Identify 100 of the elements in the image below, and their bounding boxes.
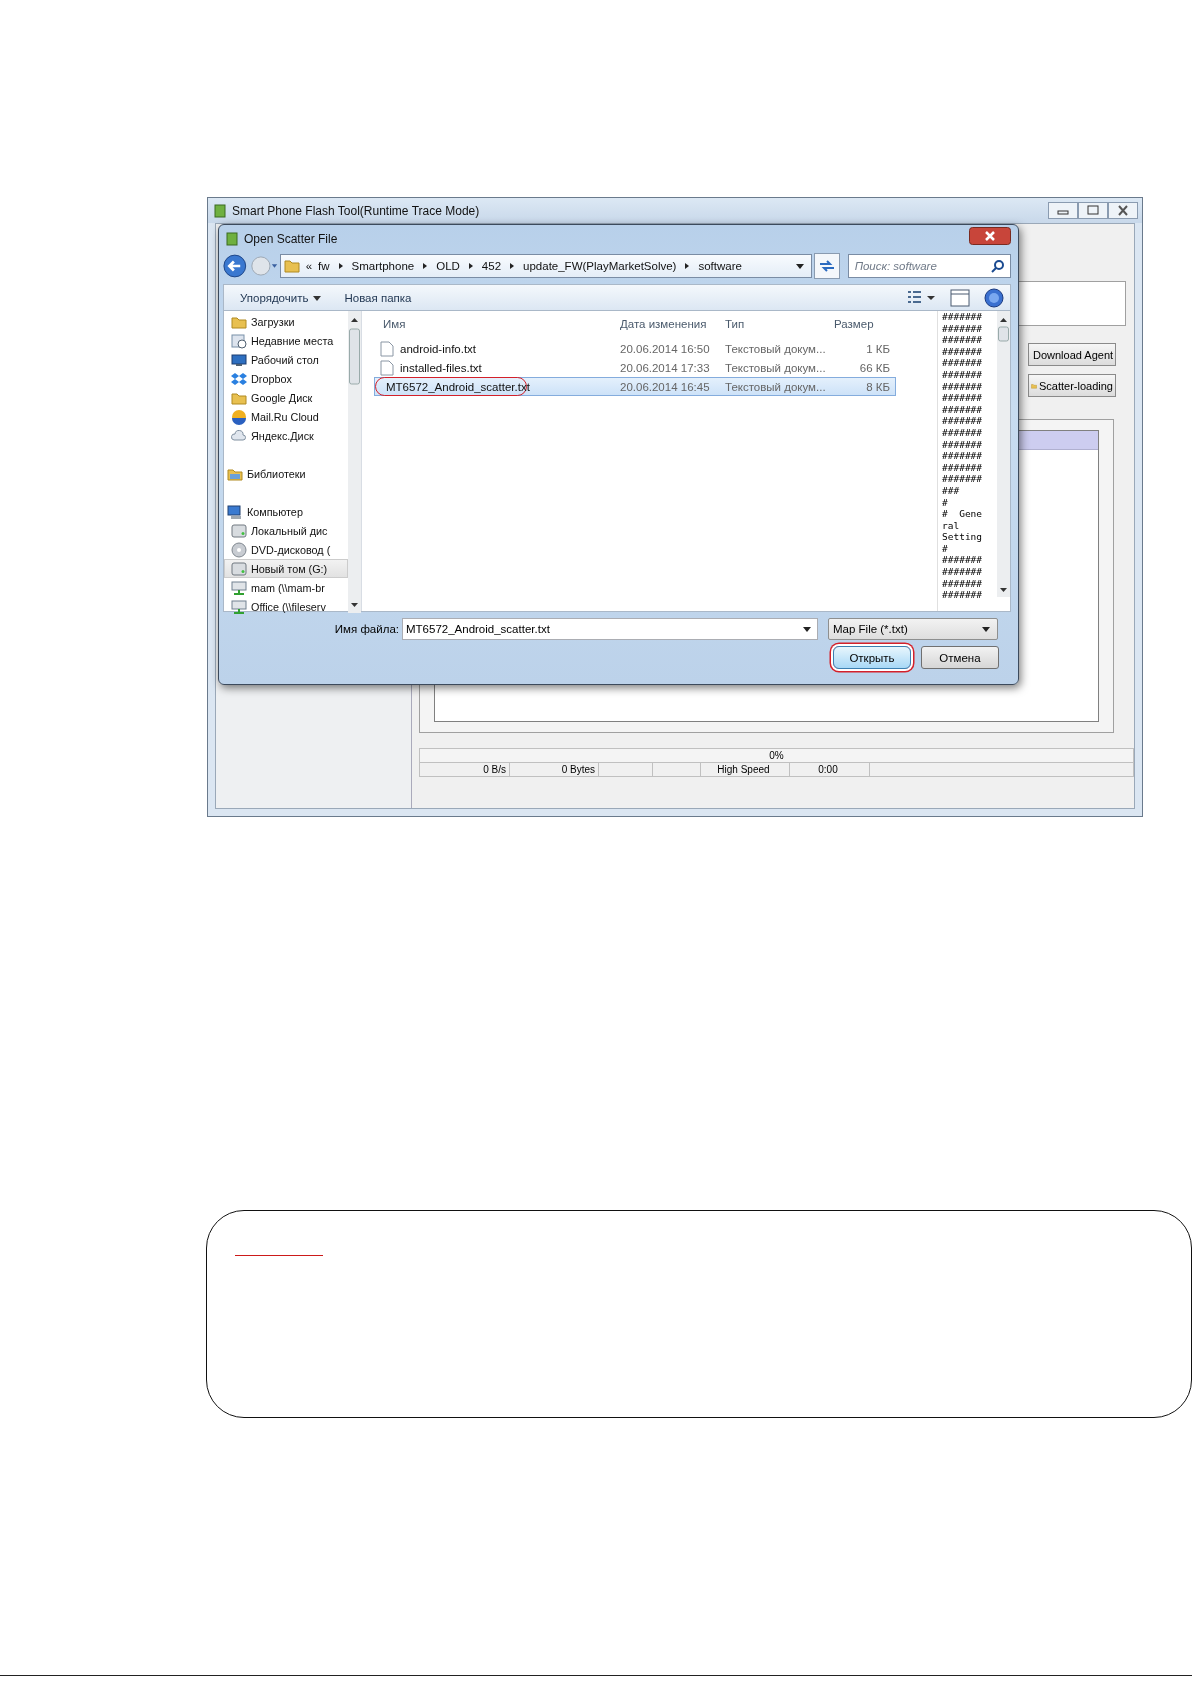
status-text: 0:00 — [818, 763, 838, 776]
preview-text: ####### — [942, 403, 984, 416]
field-label: Имя файла: — [333, 623, 400, 635]
preview-text: ####### — [942, 461, 984, 474]
minimize-icon — [1048, 202, 1078, 219]
caret-icon — [794, 262, 805, 270]
drive-icon — [231, 522, 247, 539]
preview-text: ####### — [942, 577, 984, 590]
tool-button[interactable]: Download Agent — [1028, 343, 1116, 366]
preview-text: ####### — [942, 450, 984, 462]
disc-icon — [231, 541, 247, 558]
file-size: 8 КБ — [865, 380, 890, 393]
file-size: 66 КБ — [858, 361, 890, 374]
nav-item[interactable]: Библиотеки — [224, 464, 348, 483]
column-header[interactable]: Тип — [725, 318, 830, 330]
nav-item[interactable]: mam (\\mam-br — [224, 578, 348, 597]
column-header[interactable]: Имя — [375, 318, 620, 330]
preview-text: ####### — [942, 566, 984, 578]
breadcrumb-item[interactable]: Smartphone — [351, 260, 415, 272]
file-date: 20.06.2014 17:33 — [620, 361, 711, 374]
tool-button[interactable]: Scatter-loading — [1028, 374, 1116, 397]
file-type: Текстовый докум... — [725, 342, 827, 355]
preview-text: ####### — [942, 438, 984, 451]
breadcrumb-item[interactable]: fw — [318, 260, 330, 272]
search-field[interactable]: Поиск: software — [847, 254, 1011, 278]
network-drive-icon — [231, 598, 247, 615]
preview-text: Setting — [942, 531, 984, 543]
nav-item[interactable]: Компьютер — [224, 502, 348, 521]
preview-text: ####### — [942, 311, 984, 323]
preview-text: ####### — [942, 415, 984, 427]
cloud-icon — [231, 427, 247, 444]
network-drive-icon — [231, 579, 247, 596]
computer-icon — [227, 503, 243, 520]
diamonds-icon — [231, 370, 247, 387]
file-date: 20.06.2014 16:45 — [620, 380, 711, 393]
filename-field[interactable]: MT6572_Android_scatter.txt — [402, 618, 818, 640]
preview-text: ####### — [942, 426, 984, 439]
toolbar-button[interactable]: Новая папка — [340, 289, 416, 306]
breadcrumb-item[interactable]: software — [698, 260, 742, 272]
preview-text: ####### — [942, 368, 984, 381]
nav-item[interactable]: Яндекс.Диск — [224, 426, 348, 445]
file-size: 1 КБ — [865, 342, 890, 355]
preview-text: ####### — [942, 392, 984, 404]
address-bar[interactable]: « fw Smartphone OLD 452 update_FW(PlayMarketSolve) software — [279, 254, 812, 278]
nav-item[interactable]: Office (\\fileserv — [224, 597, 348, 616]
file-date: 20.06.2014 16:50 — [620, 342, 711, 355]
app-icon — [226, 231, 238, 246]
drive-icon — [231, 560, 247, 577]
dialog-button[interactable]: Открыть — [833, 646, 911, 669]
window-title: Smart Phone Flash Tool(Runtime Trace Mode) — [232, 203, 480, 218]
dialog-button[interactable]: Отмена — [921, 646, 999, 669]
help-icon — [984, 287, 1004, 308]
status-text: High Speed — [717, 763, 770, 776]
search-icon — [991, 259, 1005, 273]
nav-item[interactable]: Новый том (G:) — [224, 559, 348, 578]
monitor-icon — [231, 351, 247, 368]
file-row[interactable]: installed-files.txt 20.06.2014 17:33 Текстовый докум... 66 КБ — [374, 358, 896, 377]
sphere-icon — [231, 408, 247, 425]
status-text: 0 Bytes — [561, 763, 595, 776]
close-icon — [1108, 202, 1138, 219]
preview-text: ####### — [942, 554, 984, 567]
file-type-dropdown[interactable]: Map File (*.txt) — [828, 618, 998, 640]
preview-text: ####### — [942, 322, 984, 335]
preview-text: ####### — [942, 589, 984, 601]
app-icon — [214, 203, 226, 218]
preview-text: ####### — [942, 380, 984, 393]
nav-item[interactable]: Google Диск — [224, 388, 348, 407]
file-row[interactable]: android-info.txt 20.06.2014 16:50 Текстовый докум... 1 КБ — [374, 339, 896, 358]
folder-icon — [283, 258, 300, 274]
back-icon — [223, 253, 249, 279]
nav-item[interactable]: DVD-дисковод ( — [224, 540, 348, 559]
file-type: Текстовый докум... — [725, 361, 827, 374]
document-icon — [380, 359, 394, 376]
refresh-icon — [813, 253, 840, 279]
nav-item[interactable]: Недавние места — [224, 331, 348, 350]
column-header[interactable]: Дата изменения — [620, 318, 725, 330]
nav-item[interactable]: Локальный дис — [224, 521, 348, 540]
file-row[interactable]: MT6572_Android_scatter.txt 20.06.2014 16:45 Текстовый докум... 8 КБ — [374, 377, 896, 396]
nav-item[interactable]: Dropbox — [224, 369, 348, 388]
nav-item[interactable]: Mail.Ru Cloud — [224, 407, 348, 426]
breadcrumb-item[interactable]: OLD — [436, 260, 460, 272]
caret-icon — [802, 625, 812, 633]
breadcrumb-item[interactable]: update_FW(PlayMarketSolve) — [523, 260, 677, 272]
scrollbar-icon — [997, 311, 1010, 597]
forward-icon — [250, 253, 278, 279]
document-icon — [380, 340, 394, 357]
nav-item[interactable]: Рабочий стол — [224, 350, 348, 369]
breadcrumb-item[interactable]: 452 — [481, 260, 502, 272]
preview-text: # — [942, 496, 949, 509]
nav-item[interactable]: Загрузки — [224, 312, 348, 331]
file-type: Текстовый докум... — [725, 380, 827, 393]
preview-text: ####### — [942, 357, 984, 369]
column-header[interactable]: Размер — [830, 318, 890, 330]
close-icon — [969, 227, 1011, 245]
breadcrumb-item[interactable]: « — [305, 260, 313, 272]
toolbar-button[interactable]: Упорядочить — [236, 289, 327, 306]
preview-text: # — [942, 542, 949, 555]
clock-icon — [231, 332, 247, 349]
scrollbar-icon — [348, 311, 361, 613]
dialog-title: Open Scatter File — [244, 231, 338, 246]
